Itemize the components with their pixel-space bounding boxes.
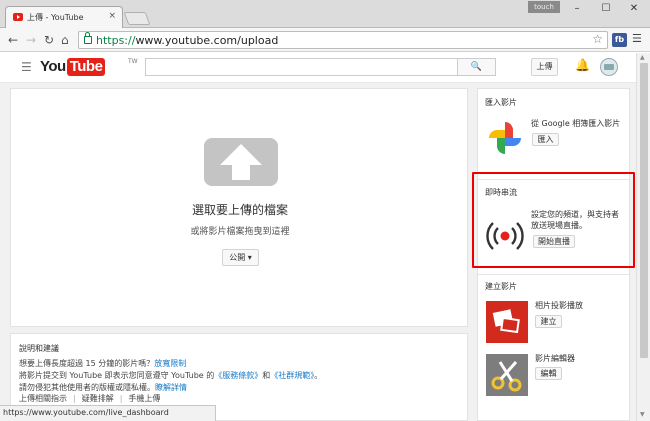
url-text[interactable]: https://www.youtube.com/upload bbox=[96, 34, 278, 47]
search-input[interactable] bbox=[145, 58, 458, 76]
troubleshooting-link[interactable]: 疑難排解 bbox=[82, 394, 114, 403]
reload-icon[interactable]: ↻ bbox=[44, 32, 54, 48]
sidebar-divider bbox=[478, 274, 629, 275]
live-section-highlight bbox=[472, 172, 635, 268]
video-editor-scissors-icon bbox=[486, 354, 528, 396]
create-section-title: 建立影片 bbox=[485, 282, 517, 291]
mobile-upload-link[interactable]: 手機上傳 bbox=[128, 394, 160, 403]
upload-instructions-link[interactable]: 上傳相關指示 bbox=[19, 394, 67, 403]
new-tab-button[interactable] bbox=[123, 12, 151, 25]
address-bar[interactable]: https://www.youtube.com/upload ☆ bbox=[78, 31, 608, 49]
browser-menu-icon[interactable]: ☰ bbox=[632, 32, 642, 45]
bookmark-star-icon[interactable]: ☆ bbox=[592, 32, 603, 46]
home-icon[interactable]: ⌂ bbox=[61, 32, 69, 48]
help-links: 上傳相關指示 | 疑難排解 | 手機上傳 bbox=[19, 394, 161, 403]
upload-subtitle: 或將影片檔案拖曳到這裡 bbox=[190, 227, 290, 237]
import-description: 從 Google 相簿匯入影片 bbox=[531, 119, 621, 128]
maximize-button[interactable]: ☐ bbox=[594, 2, 618, 16]
create-slideshow-button[interactable]: 建立 bbox=[535, 315, 562, 328]
status-bar: https://www.youtube.com/live_dashboard bbox=[0, 405, 216, 421]
upload-arrow-icon[interactable] bbox=[204, 138, 278, 186]
scrollbar-thumb[interactable] bbox=[640, 63, 648, 358]
youtube-header: ☰ You Tube TW 🔍 上傳 🔔 bbox=[0, 53, 650, 83]
tab-title: 上傳 - YouTube bbox=[27, 13, 84, 22]
upload-title[interactable]: 選取要上傳的檔案 bbox=[11, 201, 469, 218]
help-line-long-videos: 想要上傳長度超過 15 分鐘的影片嗎？放寬限制 bbox=[19, 359, 187, 368]
editor-label: 影片編輯器 bbox=[535, 354, 575, 363]
import-section-title: 匯入影片 bbox=[485, 98, 517, 107]
youtube-favicon-icon bbox=[13, 13, 23, 21]
profile-badge[interactable]: touch bbox=[528, 1, 560, 13]
lock-icon bbox=[84, 32, 92, 44]
privacy-dropdown[interactable]: 公開 ▾ bbox=[222, 249, 259, 266]
import-button[interactable]: 匯入 bbox=[532, 133, 559, 146]
minimize-button[interactable]: – bbox=[565, 2, 589, 16]
guide-menu-icon[interactable]: ☰ bbox=[21, 60, 32, 74]
upload-button[interactable]: 上傳 bbox=[531, 58, 558, 76]
browser-tab-strip: 上傳 - YouTube × touch – ☐ ✕ bbox=[0, 0, 650, 29]
logo-region: TW bbox=[128, 58, 138, 65]
help-line-terms: 將影片提交到 YouTube 即表示您同意遵守 YouTube 的《服務條款》和… bbox=[19, 371, 323, 380]
help-title: 說明和建議 bbox=[19, 344, 59, 353]
scroll-down-icon[interactable]: ▼ bbox=[640, 411, 645, 418]
increase-limit-link[interactable]: 放寬限制 bbox=[154, 359, 186, 368]
community-guidelines-link[interactable]: 《社群規範》 bbox=[270, 371, 314, 380]
avatar[interactable] bbox=[600, 58, 618, 76]
forward-arrow-icon[interactable]: → bbox=[26, 32, 36, 48]
page-scrollbar[interactable]: ▲ ▼ bbox=[636, 53, 650, 421]
facebook-extension-icon[interactable]: fb bbox=[612, 33, 627, 47]
help-line-copyright: 請勿侵犯其他使用者的版權或隱私權。瞭解詳情 bbox=[19, 383, 187, 392]
scroll-up-icon[interactable]: ▲ bbox=[640, 54, 645, 61]
tab-close-icon[interactable]: × bbox=[108, 11, 116, 21]
slideshow-label: 相片投影播放 bbox=[535, 301, 583, 310]
browser-tab[interactable]: 上傳 - YouTube × bbox=[5, 6, 123, 29]
photo-slideshow-icon bbox=[486, 301, 528, 343]
search-icon: 🔍 bbox=[470, 62, 483, 72]
upload-drop-zone[interactable]: 選取要上傳的檔案 或將影片檔案拖曳到這裡 公開 ▾ bbox=[10, 88, 468, 327]
learn-more-link[interactable]: 瞭解詳情 bbox=[155, 383, 187, 392]
browser-toolbar: ← → ↻ ⌂ https://www.youtube.com/upload ☆… bbox=[0, 28, 650, 52]
google-photos-icon bbox=[489, 122, 521, 154]
youtube-logo[interactable]: You Tube TW bbox=[40, 58, 138, 76]
search-button[interactable]: 🔍 bbox=[458, 58, 496, 76]
notification-bell-icon[interactable]: 🔔 bbox=[575, 58, 590, 72]
edit-video-button[interactable]: 編輯 bbox=[535, 367, 562, 380]
terms-link[interactable]: 《服務條款》 bbox=[214, 371, 262, 380]
back-arrow-icon[interactable]: ← bbox=[8, 32, 18, 48]
close-window-button[interactable]: ✕ bbox=[622, 2, 646, 16]
